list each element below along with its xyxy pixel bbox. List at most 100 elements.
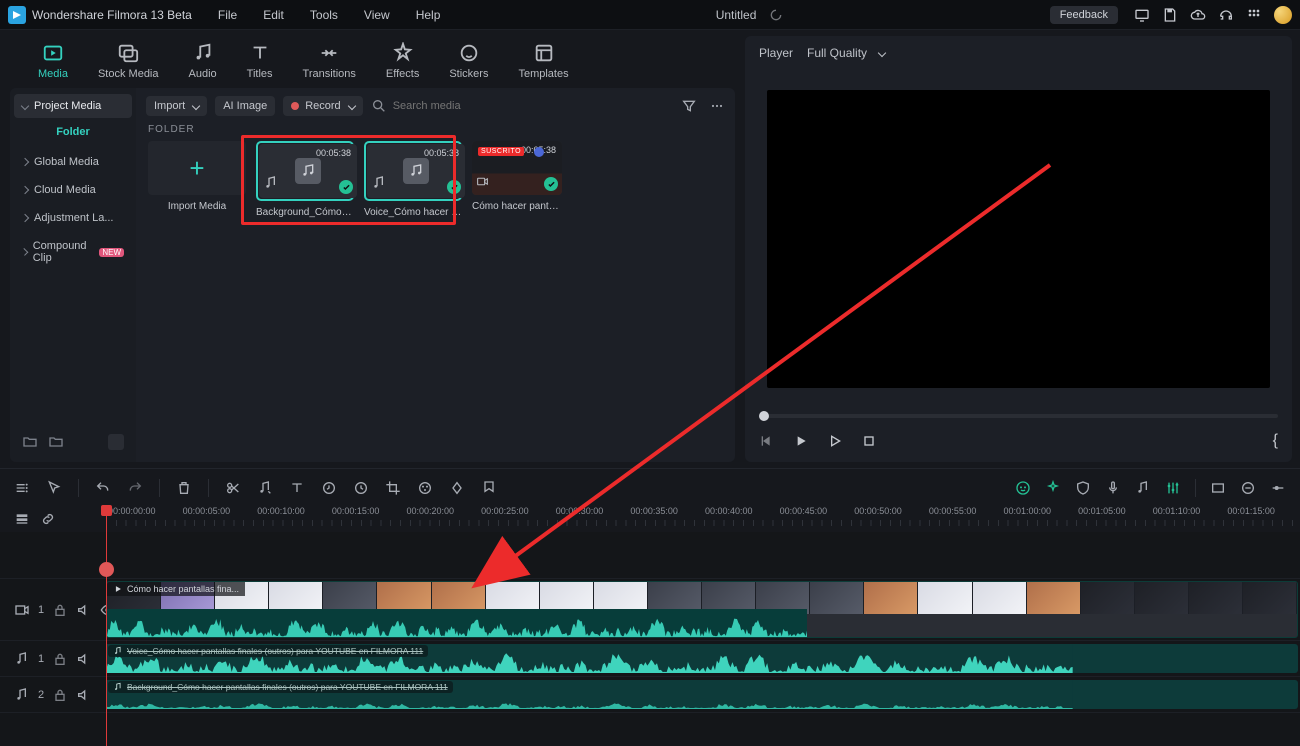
redo-icon[interactable] xyxy=(127,480,143,496)
menu-file[interactable]: File xyxy=(208,4,247,26)
sidebar-folder[interactable]: Folder xyxy=(14,122,132,146)
crop-icon[interactable] xyxy=(385,480,401,496)
audio-clip-background[interactable]: Background_Cómo hacer pantallas finales … xyxy=(106,680,1298,709)
scrub-bar[interactable] xyxy=(759,414,1278,418)
tab-transitions[interactable]: Transitions xyxy=(303,42,356,80)
record-label: Record xyxy=(305,100,340,112)
mute-icon[interactable] xyxy=(76,651,92,667)
cloud-sync-icon[interactable] xyxy=(768,7,784,23)
mute-icon[interactable] xyxy=(76,602,92,618)
tab-stock-media[interactable]: Stock Media xyxy=(98,42,159,80)
delete-icon[interactable] xyxy=(176,480,192,496)
feedback-button[interactable]: Feedback xyxy=(1050,6,1118,24)
import-media-tile[interactable]: + Import Media xyxy=(148,141,246,212)
marker-icon[interactable]: { xyxy=(1273,432,1278,450)
timeline-ruler[interactable]: 00:00:00:0000:00:05:0000:00:10:0000:00:1… xyxy=(106,506,1300,532)
preview-canvas[interactable] xyxy=(767,90,1270,387)
fit-icon[interactable] xyxy=(1210,480,1226,496)
ai-icon[interactable] xyxy=(1015,480,1031,496)
mute-icon[interactable] xyxy=(76,687,92,703)
track-number: 1 xyxy=(38,604,44,616)
play-icon[interactable] xyxy=(793,433,809,449)
menu-tools[interactable]: Tools xyxy=(300,4,348,26)
play-alt-icon[interactable] xyxy=(827,433,843,449)
quality-dropdown[interactable]: Full Quality xyxy=(807,46,885,60)
mixer-icon[interactable] xyxy=(1165,480,1181,496)
music-note-icon[interactable] xyxy=(1135,480,1151,496)
options-icon[interactable] xyxy=(14,480,30,496)
more-icon[interactable] xyxy=(709,98,725,114)
shield-icon[interactable] xyxy=(1075,480,1091,496)
tab-effects[interactable]: Effects xyxy=(386,42,419,80)
track-options-icon[interactable] xyxy=(14,511,30,527)
save-icon[interactable] xyxy=(1162,7,1178,23)
undo-icon[interactable] xyxy=(95,480,111,496)
playhead-knob[interactable] xyxy=(99,562,114,577)
track-head-video[interactable]: 1 xyxy=(0,579,106,640)
cloud-upload-icon[interactable] xyxy=(1190,7,1206,23)
prev-frame-icon[interactable] xyxy=(759,433,775,449)
sidebar-global-media[interactable]: Global Media xyxy=(14,150,132,174)
split-icon[interactable] xyxy=(225,480,241,496)
marker-add-icon[interactable] xyxy=(481,480,497,496)
media-item[interactable]: 00:05:38 SUSCRITO Cómo hacer pantallas .… xyxy=(472,141,562,212)
scrub-handle[interactable] xyxy=(759,411,769,421)
track-head-audio1[interactable]: 1 xyxy=(0,641,106,676)
collapse-sidebar-button[interactable] xyxy=(108,434,124,450)
thumb-caption: Cómo hacer pantallas ... xyxy=(472,201,562,212)
ruler-label: 00:01:00:00 xyxy=(1002,506,1077,516)
app-name: Wondershare Filmora 13 Beta xyxy=(32,8,192,22)
tab-titles[interactable]: Titles xyxy=(247,42,273,80)
audio-edit-icon[interactable] xyxy=(257,480,273,496)
sidebar-compound-clip[interactable]: Compound ClipNEW xyxy=(14,234,132,270)
lock-icon[interactable] xyxy=(52,651,68,667)
playhead[interactable] xyxy=(106,506,107,746)
clip-title: Cómo hacer pantallas fina... xyxy=(127,584,239,594)
lock-icon[interactable] xyxy=(52,687,68,703)
media-item[interactable]: 00:05:38 Background_Cómo ha... xyxy=(256,141,354,218)
folder-add-icon[interactable] xyxy=(22,434,38,450)
headphones-icon[interactable] xyxy=(1218,7,1234,23)
search-input[interactable] xyxy=(393,100,533,112)
color-icon[interactable] xyxy=(417,480,433,496)
mic-icon[interactable] xyxy=(1105,480,1121,496)
record-dropdown[interactable]: Record xyxy=(283,96,362,116)
apps-grid-icon[interactable] xyxy=(1246,7,1262,23)
text-icon[interactable] xyxy=(289,480,305,496)
video-clip[interactable]: Cómo hacer pantallas fina... xyxy=(106,581,1298,638)
sidebar-adjustment-layer[interactable]: Adjustment La... xyxy=(14,206,132,230)
display-icon[interactable] xyxy=(1134,7,1150,23)
audio-clip-voice[interactable]: Voice_Cómo hacer pantallas finales (outr… xyxy=(106,644,1298,673)
filter-icon[interactable] xyxy=(681,98,697,114)
tab-audio[interactable]: Audio xyxy=(189,42,217,80)
zoom-slider-icon[interactable] xyxy=(1270,480,1286,496)
tab-stickers[interactable]: Stickers xyxy=(449,42,488,80)
speed-down-icon[interactable] xyxy=(321,480,337,496)
sparkle-icon[interactable] xyxy=(1045,480,1061,496)
link-icon[interactable] xyxy=(40,511,56,527)
search-icon xyxy=(371,98,387,114)
tab-templates[interactable]: Templates xyxy=(518,42,568,80)
tab-media[interactable]: Media xyxy=(38,42,68,80)
menu-edit[interactable]: Edit xyxy=(253,4,294,26)
sidebar-cloud-media[interactable]: Cloud Media xyxy=(14,178,132,202)
zoom-out-icon[interactable] xyxy=(1240,480,1256,496)
stop-icon[interactable] xyxy=(861,433,877,449)
import-dropdown[interactable]: Import xyxy=(146,96,207,116)
speed-icon[interactable] xyxy=(353,480,369,496)
pointer-icon[interactable] xyxy=(46,480,62,496)
keyframe-icon[interactable] xyxy=(449,480,465,496)
media-item[interactable]: 00:05:38 Voice_Cómo hacer pa... xyxy=(364,141,462,218)
playhead-handle[interactable] xyxy=(101,505,112,516)
ruler-label: 00:01:15:00 xyxy=(1225,506,1300,516)
track-head-audio2[interactable]: 2 xyxy=(0,677,106,712)
sidebar-project-media[interactable]: Project Media xyxy=(14,94,132,118)
ai-image-button[interactable]: AI Image xyxy=(215,96,275,116)
menu-help[interactable]: Help xyxy=(406,4,451,26)
sidebar-item-label: Compound Clip xyxy=(33,240,90,264)
user-avatar[interactable] xyxy=(1274,6,1292,24)
menu-view[interactable]: View xyxy=(354,4,400,26)
video-type-icon xyxy=(14,602,30,618)
lock-icon[interactable] xyxy=(52,602,68,618)
folder-icon[interactable] xyxy=(48,434,64,450)
